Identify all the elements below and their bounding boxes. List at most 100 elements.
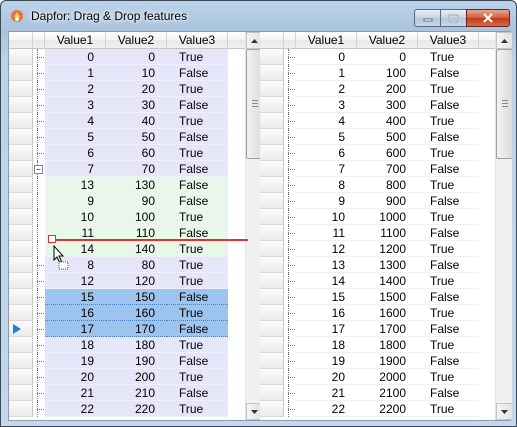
cell-value3[interactable]: False [418, 257, 479, 273]
cell-value3[interactable]: True [418, 273, 479, 289]
cell-value1[interactable]: 10 [296, 209, 357, 225]
scroll-thumb[interactable] [496, 49, 512, 159]
row-selector[interactable] [260, 129, 284, 145]
cell-value2[interactable]: 1500 [357, 289, 418, 305]
table-row[interactable]: 21 2100 False [260, 385, 479, 401]
cell-value3[interactable]: False [418, 321, 479, 337]
table-row[interactable]: 15 150 False [9, 289, 228, 305]
row-selector[interactable] [9, 97, 33, 113]
cell-value1[interactable]: 5 [45, 129, 106, 145]
table-row[interactable]: 3 300 False [260, 97, 479, 113]
cell-value3[interactable]: True [167, 49, 228, 65]
row-selector[interactable] [9, 401, 33, 417]
table-row[interactable]: 9 900 False [260, 193, 479, 209]
cell-value2[interactable]: 800 [357, 177, 418, 193]
cell-value3[interactable]: True [418, 113, 479, 129]
right-vertical-scrollbar[interactable] [495, 32, 512, 420]
cell-value3[interactable]: False [167, 97, 228, 113]
maximize-button[interactable] [440, 9, 467, 27]
table-row[interactable]: 20 200 True [9, 369, 228, 385]
cell-value2[interactable]: 2000 [357, 369, 418, 385]
table-row[interactable]: 20 2000 True [260, 369, 479, 385]
cell-value2[interactable]: 0 [357, 49, 418, 65]
row-selector[interactable] [9, 161, 33, 177]
row-selector[interactable] [260, 353, 284, 369]
cell-value1[interactable]: 21 [296, 385, 357, 401]
cell-value2[interactable]: 200 [106, 369, 167, 385]
table-row[interactable]: 14 1400 True [260, 273, 479, 289]
row-selector[interactable] [260, 161, 284, 177]
row-selector[interactable] [9, 225, 33, 241]
cell-value1[interactable]: 9 [296, 193, 357, 209]
cell-value1[interactable]: 0 [296, 49, 357, 65]
cell-value3[interactable]: False [167, 289, 228, 305]
cell-value1[interactable]: 7 [45, 161, 106, 177]
table-row[interactable]: −7 70 False [9, 161, 228, 177]
cell-value3[interactable]: False [418, 225, 479, 241]
table-row[interactable]: 15 1500 False [260, 289, 479, 305]
table-row[interactable]: 8 800 True [260, 177, 479, 193]
table-row[interactable]: 22 220 True [9, 401, 228, 417]
cell-value3[interactable]: True [167, 337, 228, 353]
column-header-value3[interactable]: Value3 [418, 32, 479, 49]
cell-value3[interactable]: False [418, 161, 479, 177]
cell-value1[interactable]: 10 [45, 209, 106, 225]
cell-value1[interactable]: 8 [296, 177, 357, 193]
cell-value3[interactable]: False [167, 65, 228, 81]
cell-value1[interactable]: 15 [45, 289, 106, 305]
cell-value2[interactable]: 500 [357, 129, 418, 145]
cell-value2[interactable]: 1700 [357, 321, 418, 337]
table-row[interactable]: 10 100 True [9, 209, 228, 225]
cell-value2[interactable]: 1300 [357, 257, 418, 273]
cell-value2[interactable]: 700 [357, 161, 418, 177]
cell-value2[interactable]: 40 [106, 113, 167, 129]
cell-value2[interactable]: 1800 [357, 337, 418, 353]
cell-value3[interactable]: True [167, 145, 228, 161]
cell-value1[interactable]: 15 [296, 289, 357, 305]
cell-value2[interactable]: 10 [106, 65, 167, 81]
row-selector[interactable] [260, 49, 284, 65]
table-row[interactable]: 9 90 False [9, 193, 228, 209]
row-selector[interactable] [9, 369, 33, 385]
cell-value2[interactable]: 1000 [357, 209, 418, 225]
cell-value1[interactable]: 22 [45, 401, 106, 417]
row-selector[interactable] [260, 145, 284, 161]
row-selector[interactable] [9, 305, 33, 321]
table-row[interactable]: 14 140 True [9, 241, 228, 257]
column-header-value1[interactable]: Value1 [296, 32, 357, 49]
row-selector[interactable] [9, 321, 33, 337]
left-grid[interactable]: Value1 Value2 Value3 0 0 True 1 10 False 2 20 Tr… [9, 32, 262, 420]
cell-value1[interactable]: 19 [296, 353, 357, 369]
right-grid[interactable]: Value1 Value2 Value3 0 0 True 1 100 False 2 200… [260, 32, 512, 420]
scroll-down-button[interactable] [496, 403, 512, 420]
row-selector[interactable] [260, 241, 284, 257]
row-selector[interactable] [260, 401, 284, 417]
table-row[interactable]: 4 400 True [260, 113, 479, 129]
cell-value2[interactable]: 170 [106, 321, 167, 337]
cell-value2[interactable]: 140 [106, 241, 167, 257]
cell-value3[interactable]: True [418, 49, 479, 65]
cell-value3[interactable]: True [167, 401, 228, 417]
cell-value1[interactable]: 17 [296, 321, 357, 337]
cell-value1[interactable]: 13 [45, 177, 106, 193]
table-row[interactable]: 7 700 False [260, 161, 479, 177]
row-selector[interactable] [9, 113, 33, 129]
table-row[interactable]: 18 1800 True [260, 337, 479, 353]
cell-value3[interactable]: False [418, 97, 479, 113]
row-selector[interactable] [260, 225, 284, 241]
cell-value2[interactable]: 180 [106, 337, 167, 353]
table-row[interactable]: 3 30 False [9, 97, 228, 113]
cell-value3[interactable]: False [167, 321, 228, 337]
cell-value2[interactable]: 200 [357, 81, 418, 97]
cell-value1[interactable]: 4 [45, 113, 106, 129]
cell-value1[interactable]: 17 [45, 321, 106, 337]
cell-value3[interactable]: True [418, 337, 479, 353]
cell-value2[interactable]: 210 [106, 385, 167, 401]
row-selector[interactable] [260, 273, 284, 289]
cell-value2[interactable]: 300 [357, 97, 418, 113]
cell-value1[interactable]: 5 [296, 129, 357, 145]
cell-value2[interactable]: 60 [106, 145, 167, 161]
row-selector[interactable] [260, 193, 284, 209]
table-row[interactable]: 4 40 True [9, 113, 228, 129]
cell-value3[interactable]: True [167, 241, 228, 257]
